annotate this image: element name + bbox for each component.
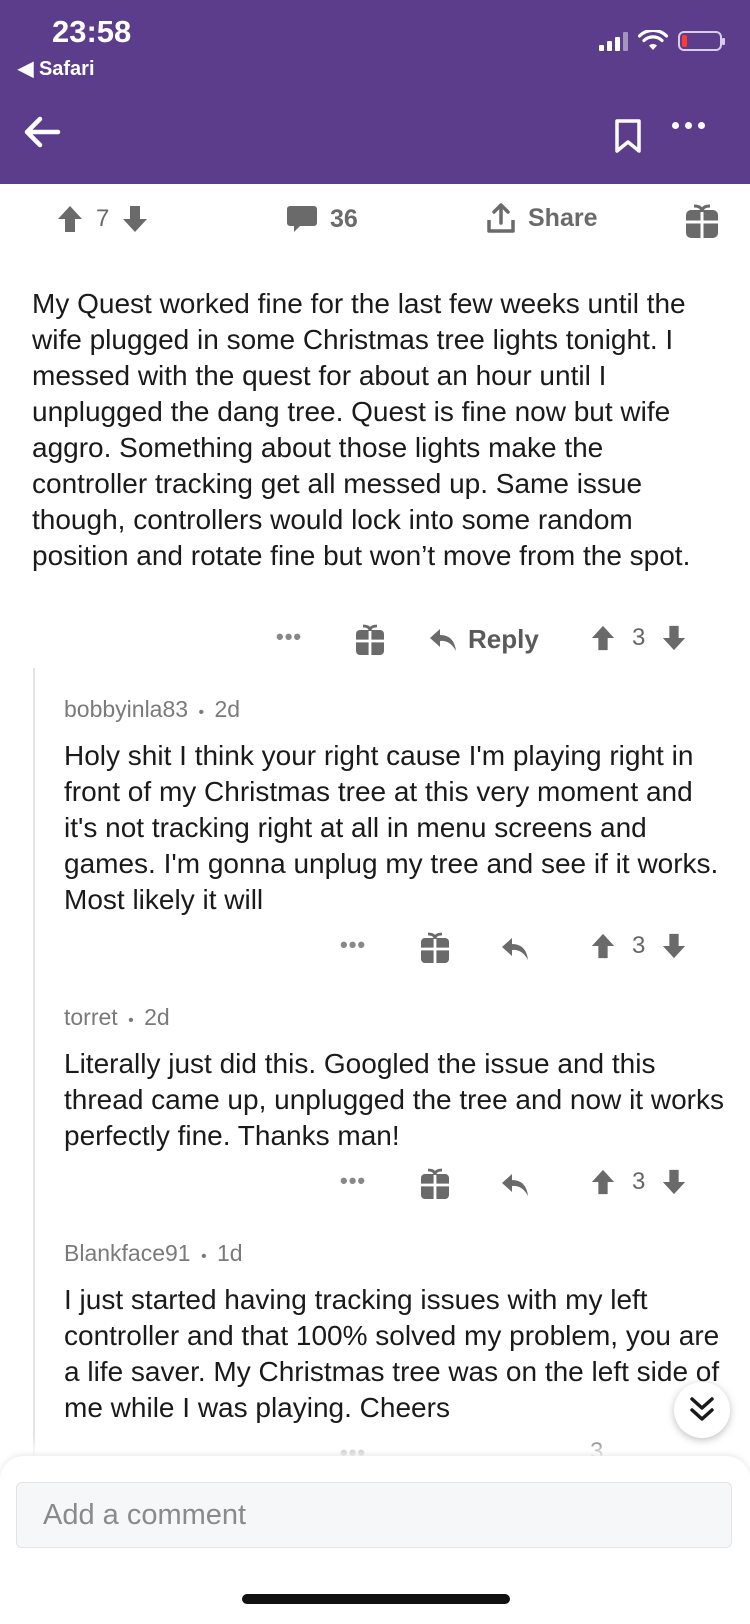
content-fade: [0, 1436, 750, 1458]
comment-actions: •••: [340, 1168, 366, 1194]
post-action-bar: 7 36 Share: [0, 196, 750, 252]
jump-down-button[interactable]: [674, 1382, 730, 1438]
share-label: Share: [528, 203, 598, 232]
award-gift-icon[interactable]: [420, 932, 450, 964]
add-comment-input[interactable]: Add a comment: [16, 1482, 732, 1548]
reply-button[interactable]: Reply: [428, 624, 539, 655]
home-indicator: [242, 1594, 510, 1604]
comment-meta: torret • 2d: [64, 1004, 170, 1031]
comment-actions: •••: [340, 932, 366, 958]
status-indicators: [599, 30, 725, 52]
back-app-label: Safari: [38, 58, 95, 80]
comment-score: 3: [632, 932, 646, 959]
comment-meta: bobbyinla83 • 2d: [64, 696, 240, 723]
thread-line: [33, 668, 35, 1458]
comment-author[interactable]: bobbyinla83: [64, 696, 188, 722]
comment-author[interactable]: torret: [64, 1004, 118, 1030]
downvote-icon[interactable]: [661, 932, 687, 960]
upvote-icon[interactable]: [590, 624, 616, 652]
award-gift-icon[interactable]: [684, 204, 720, 240]
comment-age: 2d: [144, 1004, 170, 1030]
comments-count: 36: [330, 204, 358, 233]
comment-text: Literally just did this. Googled the iss…: [64, 1048, 724, 1151]
comment-age: 2d: [214, 696, 241, 722]
more-options-icon[interactable]: •••: [276, 624, 302, 650]
post-comment-actions: •••: [276, 624, 302, 650]
comment-age: 1d: [216, 1240, 243, 1266]
meta-separator: •: [198, 704, 205, 721]
downvote-icon[interactable]: [661, 1168, 687, 1196]
meta-separator: •: [200, 1248, 207, 1265]
comment-meta: Blankface91 • 1d: [64, 1240, 243, 1267]
double-chevron-down-icon: [690, 1397, 714, 1421]
comment-bubble-icon: [287, 206, 317, 232]
cellular-signal-icon: [599, 31, 628, 51]
downvote-icon[interactable]: [121, 204, 149, 234]
comment-vote-group: 3: [590, 624, 687, 652]
post-vote-group: 7: [56, 204, 149, 234]
upvote-icon[interactable]: [590, 1168, 616, 1196]
comment-text: Holy shit I think your right cause I'm p…: [64, 740, 719, 915]
more-options-icon[interactable]: [672, 122, 705, 129]
app-header: 23:58 ◀ Safari: [0, 0, 750, 184]
share-icon: [487, 203, 515, 233]
wifi-icon: [638, 30, 668, 50]
comments-count-button[interactable]: 36: [286, 204, 358, 234]
award-gift-icon[interactable]: [355, 624, 385, 656]
reply-arrow-icon[interactable]: [500, 1172, 530, 1198]
upvote-icon[interactable]: [56, 204, 84, 234]
award-gift-icon[interactable]: [420, 1168, 450, 1200]
more-options-icon[interactable]: •••: [340, 932, 366, 958]
share-button[interactable]: Share: [486, 202, 597, 234]
comment-composer: Add a comment: [0, 1456, 750, 1624]
more-options-icon[interactable]: •••: [340, 1168, 366, 1194]
back-to-safari-link[interactable]: ◀ Safari: [18, 56, 95, 81]
meta-separator: •: [128, 1012, 134, 1029]
status-time: 23:58: [52, 14, 132, 49]
battery-level: [682, 35, 687, 47]
battery-icon: [678, 31, 725, 51]
post-score: 7: [96, 205, 110, 232]
comment-author[interactable]: Blankface91: [64, 1240, 191, 1266]
reply-arrow-icon[interactable]: [500, 936, 530, 962]
comment-vote-group: 3: [590, 1168, 687, 1196]
comment-score: 3: [632, 624, 646, 651]
reply-label: Reply: [468, 624, 539, 654]
post-body-text: My Quest worked fine for the last few we…: [32, 288, 691, 571]
downvote-icon[interactable]: [661, 624, 687, 652]
back-arrow-icon[interactable]: [20, 110, 64, 154]
reply-arrow-icon: [430, 628, 456, 651]
upvote-icon[interactable]: [590, 932, 616, 960]
comment-text: I just started having tracking issues wi…: [64, 1284, 720, 1423]
bookmark-icon[interactable]: [614, 118, 642, 154]
comment-vote-group: 3: [590, 932, 687, 960]
comment-score: 3: [632, 1168, 646, 1195]
